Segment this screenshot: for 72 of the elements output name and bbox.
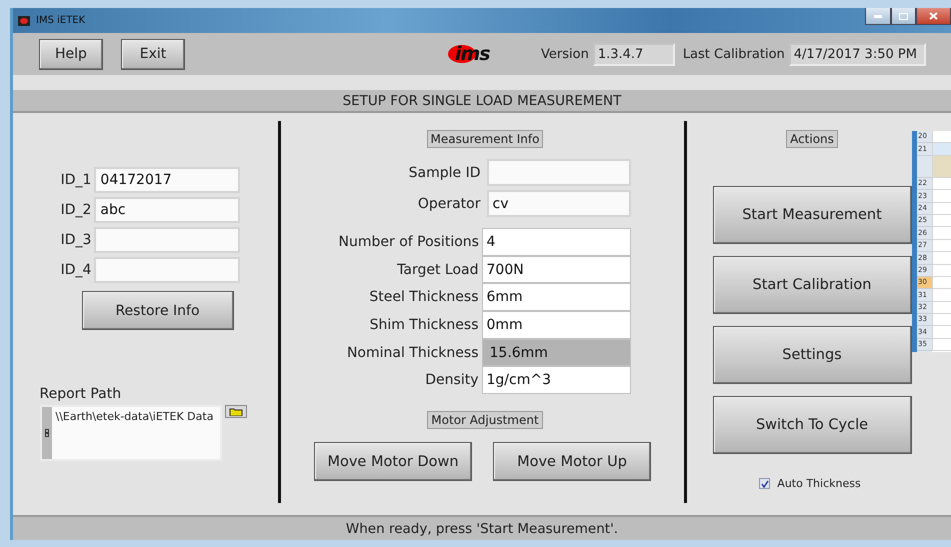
group-title: Measurement Info — [426, 130, 544, 148]
checkbox[interactable] — [759, 478, 770, 489]
maximize-icon — [899, 12, 908, 20]
group-title: Motor Adjustment — [427, 411, 543, 430]
group-title: Actions — [786, 130, 838, 148]
id-label: ID_2 — [60, 202, 92, 218]
help-button[interactable]: Help — [39, 38, 103, 70]
parameter-field[interactable]: 0mm — [482, 311, 630, 339]
close-icon — [929, 12, 938, 20]
id-label: ID_1 — [60, 172, 92, 188]
parameter-label: Nominal Thickness — [346, 344, 478, 361]
last-calibration-field: 4/17/2017 3:50 PM — [788, 42, 926, 66]
parameter-field[interactable]: 700N — [482, 256, 630, 284]
version-label: Version — [541, 46, 589, 62]
action-button[interactable]: Settings — [712, 326, 912, 384]
info-label: Operator — [416, 196, 480, 212]
window-title: IMS iETEK — [36, 15, 86, 26]
parameter-label: Target Load — [396, 262, 478, 278]
parameter-field[interactable]: 1g/cm^3 — [482, 366, 630, 394]
parameter-field[interactable]: 6mm — [482, 283, 630, 312]
info-label: Sample ID — [408, 164, 480, 180]
info-field[interactable]: cv — [486, 190, 630, 217]
folder-icon — [228, 408, 242, 416]
section-heading: SETUP FOR SINGLE LOAD MEASUREMENT — [13, 90, 951, 113]
spreadsheet-cell — [932, 240, 951, 252]
motor-button[interactable]: Move Motor Down — [314, 442, 472, 482]
id-field[interactable] — [94, 227, 240, 253]
spreadsheet-cell — [932, 314, 951, 326]
spreadsheet-cell — [932, 289, 951, 302]
minimize-button[interactable] — [865, 8, 891, 25]
spreadsheet-cell — [932, 156, 951, 178]
browse-button[interactable] — [224, 405, 246, 418]
id-label: ID_4 — [60, 262, 92, 278]
spreadsheet-cell — [932, 214, 951, 228]
motor-button[interactable]: Move Motor Up — [493, 442, 651, 482]
parameter-label: Number of Positions — [338, 234, 478, 250]
spreadsheet-cell — [932, 131, 951, 144]
info-field[interactable] — [486, 159, 630, 186]
id-field[interactable]: abc — [94, 197, 240, 223]
spreadsheet-cell — [932, 190, 951, 203]
minimize-icon — [874, 14, 882, 18]
last-calibration-label: Last Calibration — [682, 46, 785, 62]
action-button[interactable]: Start Measurement — [712, 186, 912, 244]
report-path-field[interactable]: \\Earth\etek-data\iETEK Data — [40, 405, 222, 461]
spreadsheet-cell — [932, 252, 951, 265]
id-field[interactable] — [94, 257, 240, 283]
spreadsheet-cell — [932, 264, 951, 277]
parameter-field: 15.6mm — [482, 338, 630, 366]
version-field: 1.3.4.7 — [592, 42, 675, 66]
parameter-field[interactable]: 4 — [482, 228, 630, 256]
report-path-label: Report Path — [40, 386, 122, 402]
id-label: ID_3 — [60, 232, 92, 248]
id-field[interactable]: 04172017 — [94, 167, 240, 193]
spreadsheet-cell — [932, 227, 951, 240]
maximize-button[interactable] — [891, 8, 916, 25]
parameter-label: Steel Thickness — [368, 289, 478, 306]
link-icon — [44, 429, 48, 437]
spreadsheet-cell — [932, 276, 951, 290]
parameter-label: Density — [424, 372, 478, 388]
spreadsheet-cell — [932, 302, 951, 314]
checkbox-label: Auto Thickness — [777, 477, 861, 490]
exit-button[interactable]: Exit — [121, 38, 185, 70]
close-button[interactable] — [916, 8, 951, 25]
restore-info-button[interactable]: Restore Info — [82, 291, 234, 330]
action-button[interactable]: Start Calibration — [712, 256, 912, 314]
spreadsheet-cell — [932, 202, 951, 215]
action-button[interactable]: Switch To Cycle — [712, 396, 912, 454]
spreadsheet-cell — [932, 178, 951, 190]
status-bar: When ready, press 'Start Measurement'. — [13, 515, 951, 540]
spreadsheet-cell — [932, 326, 951, 339]
parameter-label: Shim Thickness — [368, 316, 478, 333]
app-icon — [18, 16, 30, 26]
